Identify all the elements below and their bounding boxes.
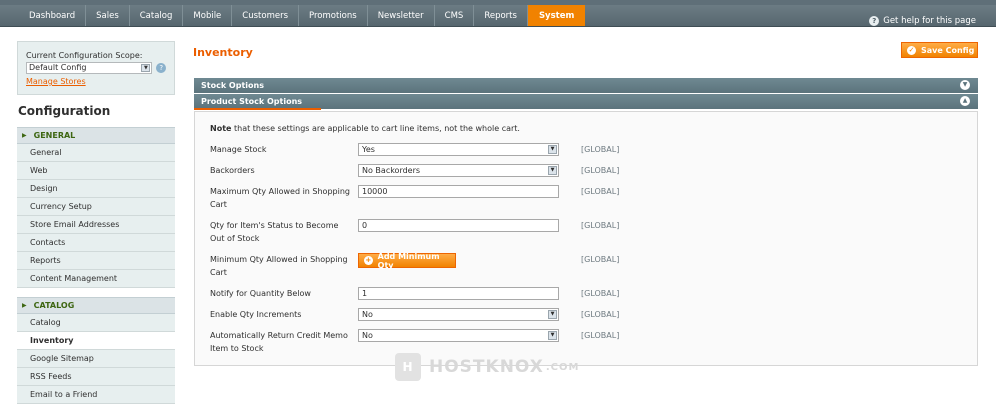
save-config-label: Save Config [921, 45, 975, 55]
sidebar-item-design[interactable]: Design [17, 180, 175, 198]
nav-reports[interactable]: Reports [474, 5, 528, 26]
help-link[interactable]: ? Get help for this page [869, 10, 976, 32]
field-label: Enable Qty Increments [210, 310, 302, 319]
input-value: 0 [362, 221, 368, 230]
main-navigation: Dashboard Sales Catalog Mobile Customers… [0, 5, 996, 27]
scope-badge: [GLOBAL] [581, 221, 620, 230]
max-qty-input[interactable]: 10000 [358, 185, 559, 198]
scope-badge: [GLOBAL] [581, 331, 620, 340]
save-icon: ✓ [907, 45, 916, 55]
sidebar-item-web[interactable]: Web [17, 162, 175, 180]
scope-badge: [GLOBAL] [581, 289, 620, 298]
collapse-icon[interactable]: ▲ [960, 96, 970, 106]
select-value: No Backorders [362, 166, 421, 175]
group-catalog[interactable]: ▶ CATALOG [17, 297, 175, 314]
section-stock-options[interactable]: Stock Options ▼ [194, 78, 978, 93]
out-of-stock-qty-input[interactable]: 0 [358, 219, 559, 232]
input-value: 1 [362, 289, 368, 298]
watermark: H HOSTKNOX .COM [395, 353, 579, 381]
field-label: Minimum Qty Allowed in Shopping Cart [210, 255, 348, 277]
save-config-button[interactable]: ✓ Save Config [901, 42, 978, 58]
chevron-down-icon: ▼ [548, 310, 557, 319]
configuration-title: Configuration [18, 104, 111, 118]
backorders-select[interactable]: No Backorders ▼ [358, 164, 559, 177]
help-icon: ? [869, 16, 880, 26]
select-value: No [362, 310, 373, 319]
qty-increments-select[interactable]: No ▼ [358, 308, 559, 321]
watermark-brand: HOSTKNOX [429, 357, 544, 377]
field-label: Backorders [210, 166, 255, 175]
nav-promotions[interactable]: Promotions [299, 5, 368, 26]
chevron-down-icon: ▼ [141, 64, 151, 72]
sidebar-item-catalog[interactable]: Catalog [17, 314, 175, 332]
note-body: that these settings are applicable to ca… [231, 124, 520, 133]
watermark-suffix: .COM [545, 361, 580, 373]
scope-label: Current Configuration Scope: [26, 51, 143, 60]
field-label: Qty for Item's Status to Become Out of S… [210, 221, 339, 243]
scope-help-icon[interactable]: ? [156, 63, 166, 73]
page-title: Inventory [193, 46, 253, 59]
nav-customers[interactable]: Customers [232, 5, 300, 26]
sidebar: Current Configuration Scope: Default Con… [17, 41, 175, 405]
nav-mobile[interactable]: Mobile [183, 5, 233, 26]
active-section-underline [194, 108, 321, 110]
sidebar-item-google-sitemap[interactable]: Google Sitemap [17, 350, 175, 368]
scope-switcher: Current Configuration Scope: Default Con… [17, 41, 175, 95]
nav-system[interactable]: System [527, 5, 586, 26]
select-value: No [362, 331, 373, 340]
manage-stores-link[interactable]: Manage Stores [26, 77, 166, 86]
field-label: Automatically Return Credit Memo Item to… [210, 331, 348, 353]
scope-badge: [GLOBAL] [581, 145, 620, 154]
field-label: Manage Stock [210, 145, 267, 154]
scope-badge: [GLOBAL] [581, 187, 620, 196]
sidebar-item-contacts[interactable]: Contacts [17, 234, 175, 252]
manage-stock-select[interactable]: Yes ▼ [358, 143, 559, 156]
hostknox-logo-icon: H [395, 353, 421, 381]
sidebar-item-content-management[interactable]: Content Management [17, 270, 175, 288]
triangle-right-icon: ▶ [22, 301, 27, 309]
notify-qty-input[interactable]: 1 [358, 287, 559, 300]
help-text: Get help for this page [883, 16, 976, 26]
section-product-stock-options[interactable]: Product Stock Options ▲ [194, 94, 978, 110]
expand-icon[interactable]: ▼ [960, 80, 970, 90]
chevron-down-icon: ▼ [548, 166, 557, 175]
credit-memo-return-select[interactable]: No ▼ [358, 329, 559, 342]
note-label: Note [210, 124, 232, 133]
plus-icon: + [364, 256, 373, 265]
group-catalog-label: CATALOG [33, 300, 75, 310]
scope-badge: [GLOBAL] [581, 310, 620, 319]
group-general-label: GENERAL [33, 130, 76, 140]
nav-dashboard[interactable]: Dashboard [19, 5, 87, 26]
note-text: Note that these settings are applicable … [210, 124, 520, 133]
triangle-right-icon: ▶ [22, 131, 27, 139]
sidebar-item-store-email-addresses[interactable]: Store Email Addresses [17, 216, 175, 234]
sidebar-item-reports[interactable]: Reports [17, 252, 175, 270]
product-stock-options-fieldset: Note that these settings are applicable … [194, 111, 978, 366]
sidebar-item-inventory[interactable]: Inventory [17, 332, 175, 350]
chevron-down-icon: ▼ [548, 331, 557, 340]
nav-catalog[interactable]: Catalog [130, 5, 184, 26]
scope-badge: [GLOBAL] [581, 255, 620, 264]
scope-badge: [GLOBAL] [581, 166, 620, 175]
chevron-down-icon: ▼ [548, 145, 557, 154]
sidebar-item-general[interactable]: General [17, 144, 175, 162]
field-label: Maximum Qty Allowed in Shopping Cart [210, 187, 350, 209]
add-minimum-qty-button[interactable]: + Add Minimum Qty [358, 251, 456, 270]
scope-select-value: Default Config [29, 63, 87, 72]
section-stock-options-title: Stock Options [201, 81, 264, 90]
section-product-stock-options-title: Product Stock Options [201, 97, 303, 106]
select-value: Yes [362, 145, 375, 154]
sidebar-item-currency-setup[interactable]: Currency Setup [17, 198, 175, 216]
nav-sales[interactable]: Sales [86, 5, 130, 26]
add-minimum-qty-label: Add Minimum Qty [377, 251, 440, 270]
scope-select[interactable]: Default Config ▼ [26, 62, 153, 74]
nav-newsletter[interactable]: Newsletter [368, 5, 435, 26]
input-value: 10000 [362, 187, 388, 196]
field-label: Notify for Quantity Below [210, 289, 311, 298]
sidebar-item-rss-feeds[interactable]: RSS Feeds [17, 368, 175, 386]
nav-cms[interactable]: CMS [435, 5, 475, 26]
sidebar-item-email-to-a-friend[interactable]: Email to a Friend [17, 386, 175, 404]
group-general[interactable]: ▶ GENERAL [17, 127, 175, 144]
